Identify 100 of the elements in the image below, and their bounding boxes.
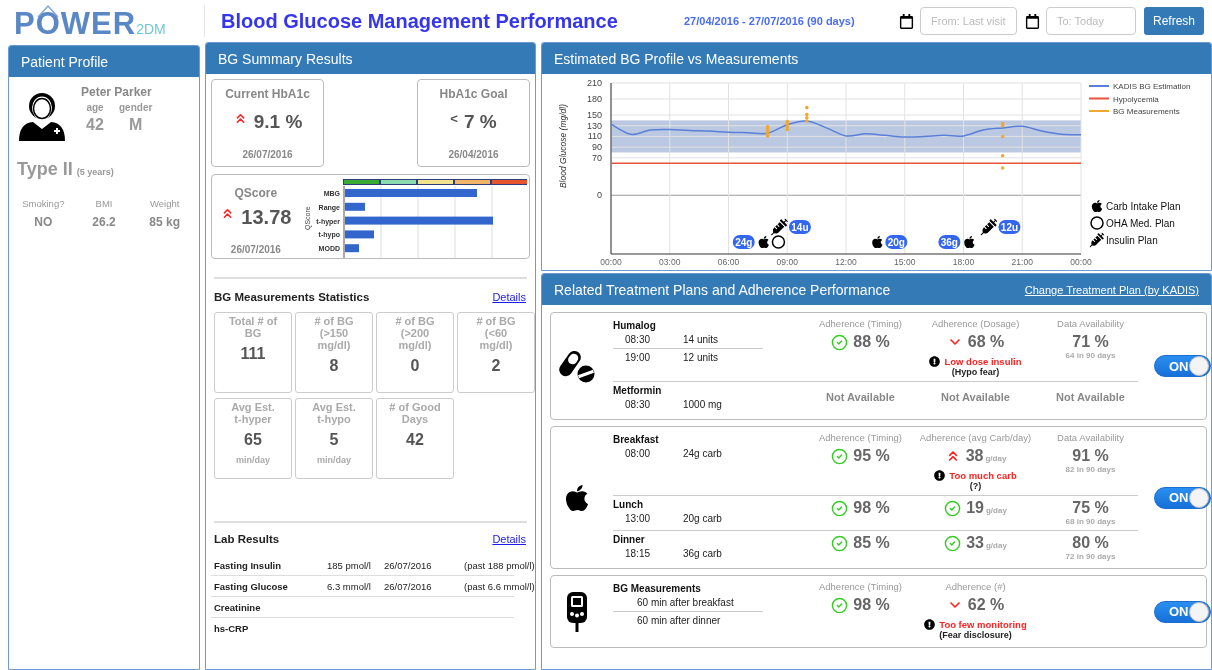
metric-value: 71 % [1072,333,1109,351]
lab-test-name: Fasting Glucose [214,581,289,592]
lab-date: 26/07/2016 [384,560,433,571]
plan-amount: 12 units [683,352,719,363]
to-date-field[interactable]: To: Today [1046,7,1136,35]
lab-date: 26/07/2016 [384,581,433,592]
plan-name: Metformin [613,385,663,396]
details-link[interactable]: Details [492,533,526,545]
field-label: BMI [95,198,113,209]
metric-value: 88 % [853,333,890,351]
metric-unit: g/day [985,506,1007,515]
lab-value: 6.3 mmol/l [327,581,372,592]
card-date: 26/07/2016 [230,244,281,255]
toggle-switch[interactable]: ON [1154,600,1211,623]
warning-icon [929,356,941,367]
axis-title: Blood Glucose (mg/dl) [558,103,568,189]
tile-value: 5 [329,431,339,450]
pills-icon [558,348,596,384]
axis-tick-label: 110 [587,131,602,142]
axis-tick-label: 18:00 [952,257,975,267]
check-circle-icon [831,499,849,517]
lab-test-name: hs-CRP [214,623,250,634]
metric-value: 80 % [1072,534,1109,552]
field-value: M [129,116,143,134]
column-header: Data Availability [1057,318,1124,329]
column-header: Data Availability [1057,432,1124,443]
plan-time: 60 min after dinner [637,615,721,626]
dose-badge: 24g [732,235,755,249]
from-date-field[interactable]: From: Last visit [920,7,1017,35]
card-value: 9.1 % [253,111,303,133]
legend-label: Carb Intake Plan [1106,201,1181,212]
apple-icon [964,235,975,249]
axis-tick-label: 03:00 [659,257,681,267]
page-title: Blood Glucose Management Performance [204,5,684,37]
logo: POWER2DM [14,3,167,41]
field-label: gender [119,102,153,113]
measurement-dot [1000,134,1005,139]
check-circle-icon [831,596,849,614]
axis-tick-label: 09:00 [776,257,798,267]
apple-icon [758,235,769,249]
details-link[interactable]: Details [492,291,526,303]
field-label: Weight [149,198,180,209]
metric-unit: g/day [985,541,1007,550]
metric-value: 98 % [853,499,890,517]
metric-subtext: 64 in 90 days [1065,351,1116,360]
metric-value: Not Available [941,391,1010,403]
measurement-dot [1000,166,1005,170]
plan-amount: 24g carb [683,448,722,459]
lab-test-name: Fasting Insulin [214,560,283,571]
warning-text: Too few monitoring [939,619,1027,630]
metric-value: 75 % [1072,499,1109,517]
legend-label: KADIS BG Estimation [1113,82,1191,91]
panel-title: Patient Profile [21,53,109,70]
column-header: Adherence (Timing) [818,581,903,592]
change-plan-link[interactable]: Change Treatment Plan (by KADIS) [1024,283,1199,296]
tile-label: Total # of BG [227,315,279,340]
tile-label: # of BG (<60 mg/dl) [475,315,517,352]
metric-subtext: 82 in 90 days [1065,465,1116,474]
metric-subtext: 72 in 90 days [1065,552,1116,561]
check-circle-icon [831,447,849,465]
legend-label: Hypolycemia [1113,94,1159,104]
plan-name: Lunch [613,499,644,510]
card-label: QScore [234,186,278,200]
tile-value: 65 [244,431,262,450]
apple-icon [872,235,883,249]
warning-text: Low dose insulin [944,356,1022,367]
lab-past-value: (past 188 pmol/l) [464,560,535,571]
toggle-switch[interactable]: ON [1154,355,1211,377]
metric-value: 68 % [967,333,1005,351]
axis-tick-label: 15:00 [894,257,916,267]
dose-badge: 20g [885,235,908,249]
column-header: Adherence (Timing) [818,318,903,329]
card-value: 13.78 [241,206,292,229]
calendar-icon[interactable] [1025,13,1040,29]
metric-value: 85 % [853,534,890,552]
legend-label: BG Measurements [1113,107,1180,116]
axis-tick-label: 21:00 [1011,257,1033,267]
toggle-switch[interactable]: ON [1154,486,1211,509]
panel-title: BG Summary Results [218,50,353,67]
metric-value: 95 % [853,447,890,465]
refresh-button[interactable]: Refresh [1144,7,1204,35]
tile-value: 8 [329,357,339,376]
axis-tick-label: 06:00 [717,257,740,267]
plan-amount: 14 units [683,334,719,345]
lab-past-value: (past 6.6 mmol/l) [464,581,535,592]
lab-test-name: Creatinine [214,602,262,613]
metric-unit: g/day [985,454,1007,463]
axis-tick-label: 12:00 [835,257,857,267]
axis-tick-label: 00:00 [600,257,622,267]
metric-value: 38 [965,447,984,465]
circle-icon [771,235,786,249]
field-value: 26.2 [92,215,116,229]
syringe-icon [770,218,788,236]
metric-value: 62 % [967,596,1005,614]
legend-label: OHA Med. Plan [1106,218,1175,229]
warning-icon [924,619,936,630]
calendar-icon[interactable] [899,13,914,29]
column-header: Adherence (avg Carb/day) [919,432,1032,443]
qscore-bar [344,230,374,239]
axis-tick-label: 70 [592,152,602,163]
